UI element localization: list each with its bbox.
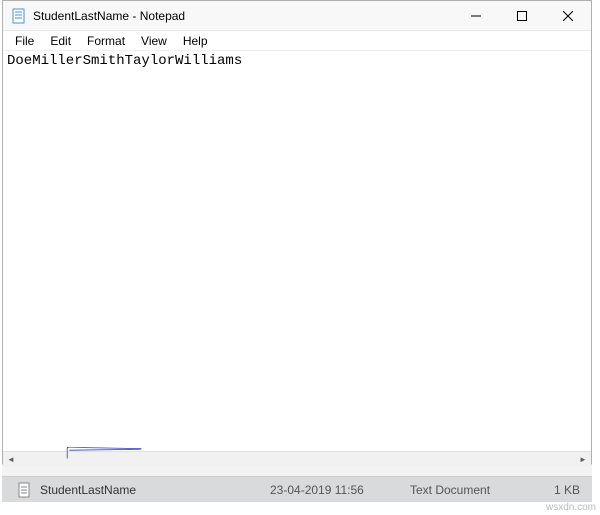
- file-date-cell: 23-04-2019 11:56: [270, 483, 410, 497]
- file-type-cell: Text Document: [410, 483, 530, 497]
- notepad-app-icon: [11, 8, 27, 24]
- menu-help[interactable]: Help: [175, 32, 216, 50]
- window-title: StudentLastName - Notepad: [33, 9, 453, 23]
- horizontal-scrollbar[interactable]: ◄ ►: [3, 451, 591, 467]
- close-button[interactable]: [545, 1, 591, 30]
- scroll-left-icon[interactable]: ◄: [3, 452, 19, 468]
- maximize-button[interactable]: [499, 1, 545, 30]
- notepad-window: StudentLastName - Notepad File Edit Form…: [2, 0, 592, 464]
- scroll-right-icon[interactable]: ►: [575, 452, 591, 468]
- file-name-cell: StudentLastName: [40, 483, 270, 497]
- text-file-icon: [16, 482, 32, 498]
- explorer-list: StudentLastName 23-04-2019 11:56 Text Do…: [2, 464, 592, 502]
- file-size-cell: 1 KB: [530, 483, 592, 497]
- titlebar[interactable]: StudentLastName - Notepad: [3, 1, 591, 31]
- menu-file[interactable]: File: [7, 32, 42, 50]
- table-row[interactable]: StudentLastName 23-04-2019 11:56 Text Do…: [2, 476, 592, 502]
- menu-view[interactable]: View: [133, 32, 175, 50]
- menu-edit[interactable]: Edit: [42, 32, 79, 50]
- minimize-button[interactable]: [453, 1, 499, 30]
- menubar: File Edit Format View Help: [3, 31, 591, 51]
- watermark-text: wsxdn.com: [546, 502, 596, 513]
- text-editor-area[interactable]: [3, 51, 591, 448]
- window-controls: [453, 1, 591, 30]
- menu-format[interactable]: Format: [79, 32, 133, 50]
